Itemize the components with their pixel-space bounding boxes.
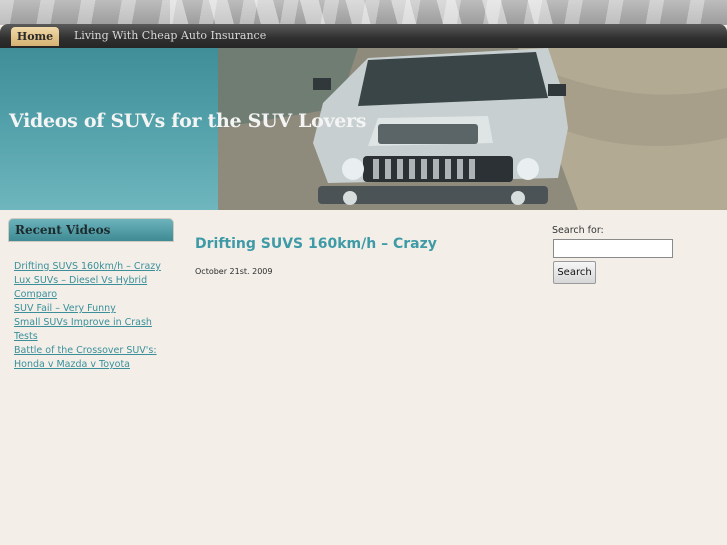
top-nav: Home Living With Cheap Auto Insurance xyxy=(0,24,727,48)
post-date: October 21st. 2009 xyxy=(195,267,273,276)
list-item: SUV Fail – Very Funny xyxy=(14,302,174,316)
list-item: Battle of the Crossover SUV's: Honda v M… xyxy=(14,344,174,372)
nav-link-auto-insurance[interactable]: Living With Cheap Auto Insurance xyxy=(74,28,266,44)
search-button[interactable]: Search xyxy=(553,261,596,284)
recent-videos-heading: Recent Videos xyxy=(8,218,174,242)
site-title: Videos of SUVs for the SUV Lovers xyxy=(9,110,367,132)
video-link[interactable]: Battle of the Crossover SUV's: Honda v M… xyxy=(14,345,157,370)
recent-videos-list: Drifting SUVS 160km/h – Crazy Lux SUVs –… xyxy=(14,260,174,372)
video-link[interactable]: SUV Fail – Very Funny xyxy=(14,303,116,314)
search-label: Search for: xyxy=(552,225,604,236)
list-item: Small SUVs Improve in Crash Tests xyxy=(14,316,174,344)
video-link[interactable]: Drifting SUVS 160km/h – Crazy xyxy=(14,261,161,272)
video-link[interactable]: Small SUVs Improve in Crash Tests xyxy=(14,317,152,342)
video-link[interactable]: Lux SUVs – Diesel Vs Hybrid Comparo xyxy=(14,275,147,300)
top-backdrop xyxy=(0,0,727,25)
backdrop-rays xyxy=(170,0,570,25)
search-input[interactable] xyxy=(553,239,673,258)
post-title[interactable]: Drifting SUVS 160km/h – Crazy xyxy=(195,236,437,252)
list-item: Lux SUVs – Diesel Vs Hybrid Comparo xyxy=(14,274,174,302)
list-item: Drifting SUVS 160km/h – Crazy xyxy=(14,260,174,274)
nav-home-tab[interactable]: Home xyxy=(11,27,59,46)
site-header: Videos of SUVs for the SUV Lovers xyxy=(0,48,727,210)
